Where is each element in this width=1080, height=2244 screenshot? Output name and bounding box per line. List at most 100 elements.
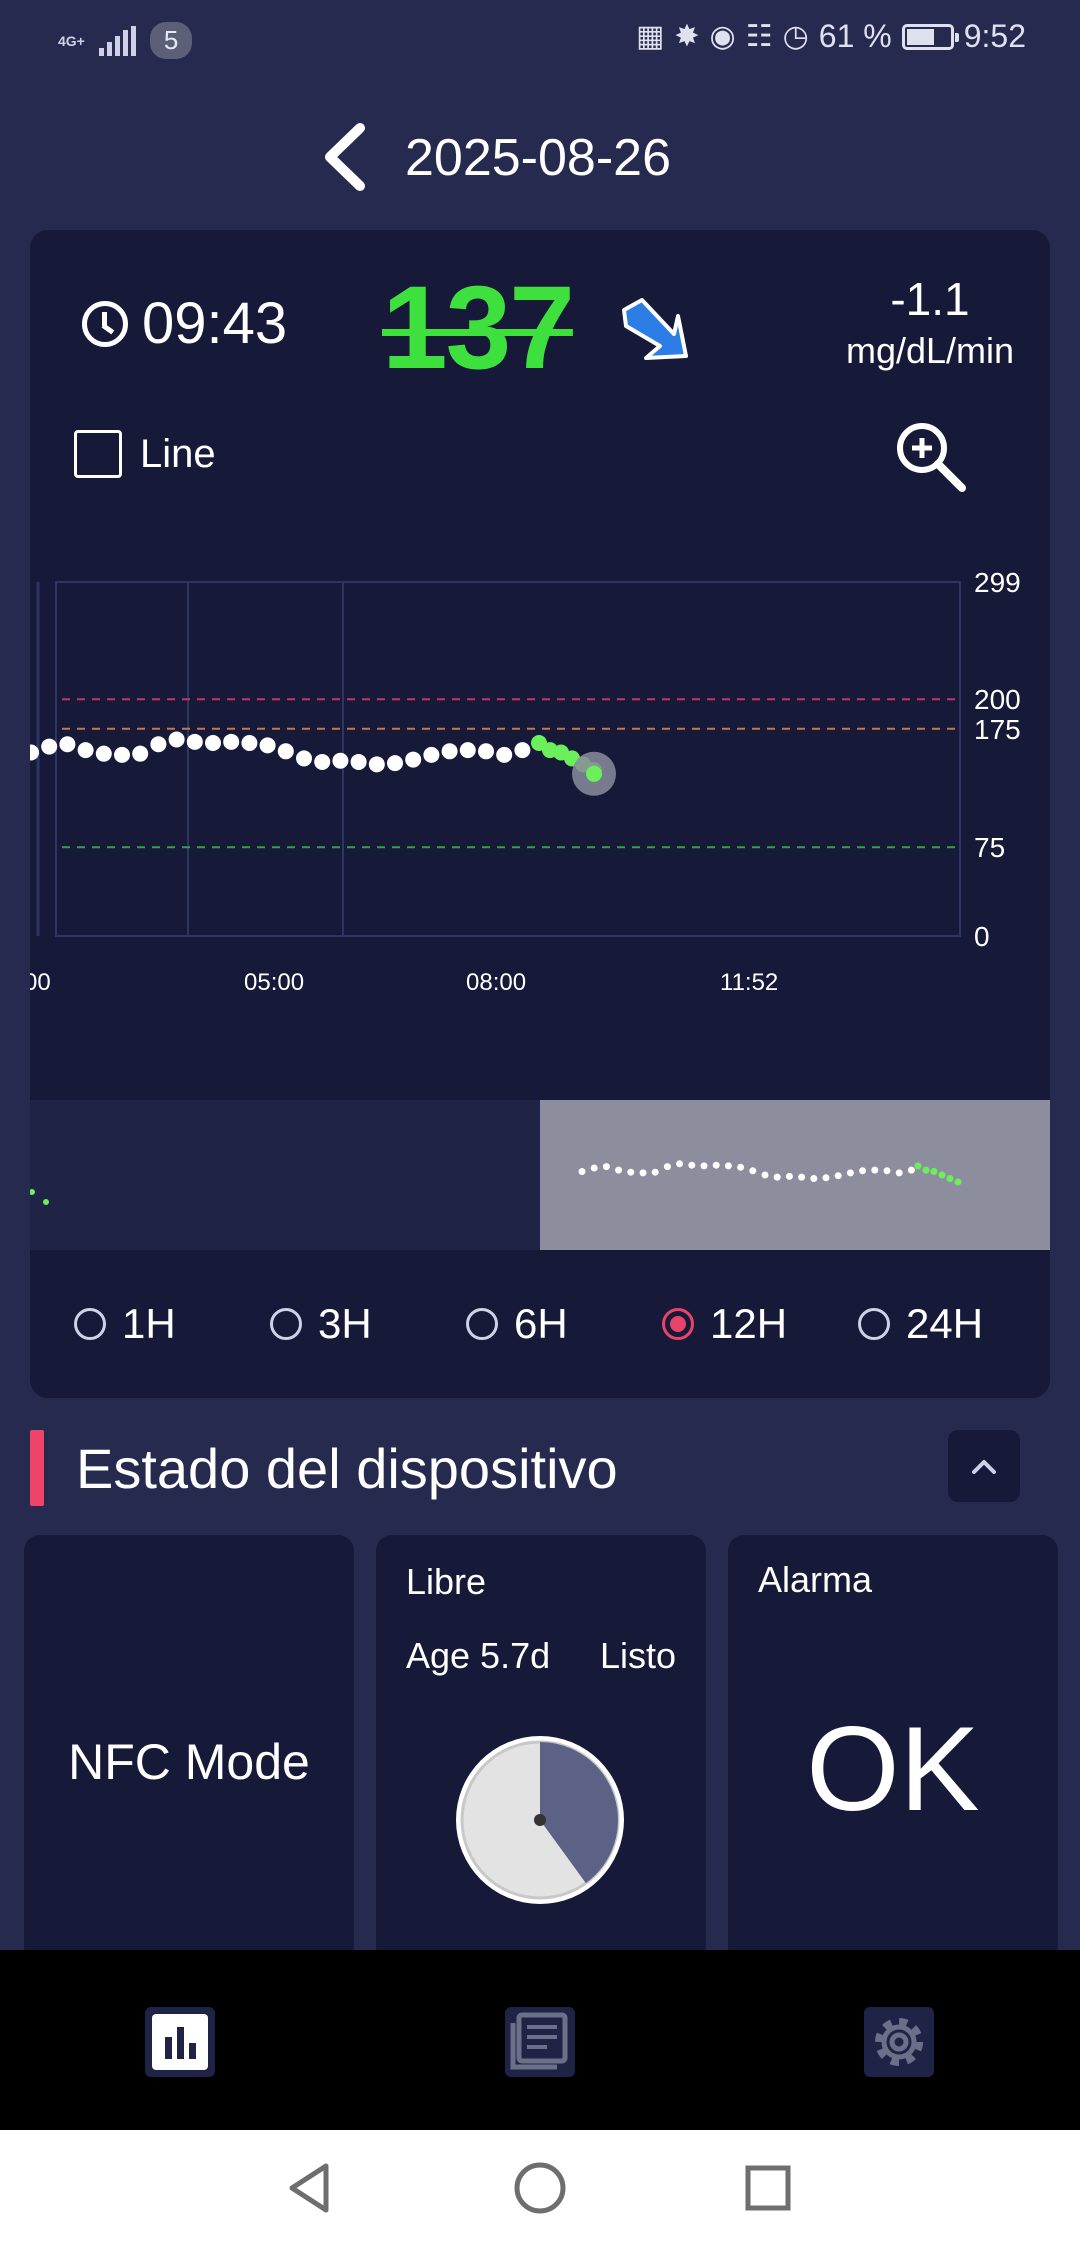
overview-point: [578, 1168, 586, 1175]
overview-point: [846, 1169, 854, 1177]
data-point: [387, 755, 403, 772]
overview-point: [930, 1168, 938, 1175]
range-24h-label: 24H: [906, 1300, 984, 1347]
data-point: [441, 743, 458, 760]
overview-point: [724, 1162, 732, 1170]
range-6h[interactable]: 6H: [466, 1300, 568, 1348]
overview-point: [798, 1173, 806, 1181]
sim-badge: 5: [149, 22, 193, 59]
collapse-button[interactable]: [948, 1430, 1020, 1502]
overview-point: [895, 1169, 903, 1177]
overview-point: [639, 1169, 647, 1177]
data-point: [205, 735, 221, 752]
line-checkbox[interactable]: [74, 430, 122, 478]
rate-unit: mg/dL/min: [845, 330, 1015, 371]
y-tick-label: 0: [974, 921, 990, 952]
system-nav-bar: [0, 2130, 1080, 2244]
range-12h-radio[interactable]: [662, 1308, 694, 1340]
system-home-icon[interactable]: [510, 2158, 570, 2218]
y-tick-label: 75: [974, 832, 1005, 863]
overview-point: [938, 1171, 946, 1179]
status-time: 9:52: [963, 18, 1026, 54]
overview-point: [761, 1171, 769, 1179]
reading-time-value: 09:43: [142, 291, 288, 356]
data-point: [332, 752, 349, 769]
data-point: [405, 751, 422, 768]
data-point: [368, 756, 385, 773]
section-accent: [30, 1430, 44, 1506]
range-1h-radio[interactable]: [74, 1308, 106, 1340]
range-6h-radio[interactable]: [466, 1308, 498, 1340]
data-point: [223, 733, 240, 750]
page-header: 2025-08-26: [0, 110, 1080, 210]
data-point: [77, 742, 94, 759]
data-point: [241, 735, 258, 752]
nfc-mode-label: NFC Mode: [68, 1734, 310, 1790]
rate-value: -1.1: [890, 273, 970, 325]
battery-level: [906, 28, 934, 45]
location-icon: ◉: [709, 20, 736, 53]
glucose-chart[interactable]: 29920017575000 05:00 08:00 11:52: [30, 490, 1050, 1130]
data-point: [314, 753, 331, 770]
range-selector: 1H 3H 6H 12H 24H: [30, 1290, 1050, 1370]
overview-point: [700, 1162, 708, 1170]
bottom-nav: [0, 1950, 1080, 2130]
overview-chart: [30, 1160, 962, 1205]
line-toggle[interactable]: Line: [74, 430, 216, 478]
battery-percent: 61 %: [818, 18, 892, 54]
nfc-icon: ▦: [636, 20, 665, 53]
overview-point: [907, 1166, 915, 1174]
settings-icon[interactable]: [862, 2005, 936, 2079]
system-back-icon[interactable]: [280, 2158, 340, 2218]
overview-point: [914, 1162, 922, 1170]
page-title: 2025-08-26: [405, 129, 671, 187]
overview-point: [749, 1167, 757, 1175]
overview-point: [773, 1173, 781, 1181]
alarm-card[interactable]: Alarma OK: [728, 1535, 1058, 1965]
data-point: [150, 736, 167, 753]
range-3h[interactable]: 3H: [270, 1300, 372, 1348]
overview-point: [946, 1175, 954, 1182]
current-reading-point: [586, 765, 602, 782]
speed-icon: ◷: [782, 20, 809, 53]
trend-arrow-icon: [622, 298, 688, 360]
chart-icon[interactable]: [143, 2005, 217, 2079]
system-recents-icon[interactable]: [738, 2158, 798, 2218]
y-tick-label: 175: [974, 714, 1021, 745]
range-3h-radio[interactable]: [270, 1308, 302, 1340]
overview-point: [871, 1166, 879, 1174]
data-point: [277, 743, 294, 760]
overview-point: [712, 1161, 720, 1169]
vibrate-icon: ☷: [745, 20, 773, 53]
overview-point: [627, 1168, 635, 1176]
range-1h[interactable]: 1H: [74, 1300, 176, 1348]
data-point: [514, 742, 531, 759]
dial-center: [534, 1814, 546, 1826]
data-point: [296, 750, 312, 767]
libre-card[interactable]: Libre Age 5.7d Listo: [376, 1535, 706, 1965]
overview-point: [651, 1168, 659, 1176]
nfc-card[interactable]: NFC Mode: [24, 1535, 354, 1965]
log-icon[interactable]: [503, 2005, 577, 2079]
x-tick-label: 11:52: [720, 969, 778, 996]
libre-age: Age 5.7d: [406, 1635, 551, 1676]
data-point: [168, 731, 185, 748]
alarm-value: OK: [806, 1702, 980, 1836]
range-12h[interactable]: 12H: [662, 1300, 787, 1348]
range-24h-radio[interactable]: [858, 1308, 890, 1340]
zoom-in-icon[interactable]: [892, 418, 968, 494]
overview-point: [663, 1163, 671, 1171]
data-point: [478, 743, 494, 760]
overview-strip[interactable]: [30, 1100, 1050, 1250]
device-status-header: Estado del dispositivo: [0, 1420, 1080, 1520]
glucose-value: 137: [382, 262, 575, 394]
data-point: [114, 746, 130, 763]
x-tick-label: 00: [30, 969, 51, 996]
data-point: [496, 746, 513, 763]
back-button[interactable]: [316, 122, 376, 192]
section-title: Estado del dispositivo: [76, 1437, 618, 1500]
overview-point: [676, 1160, 684, 1168]
overview-point: [822, 1174, 830, 1182]
range-24h[interactable]: 24H: [858, 1300, 983, 1348]
overview-point: [30, 1189, 35, 1195]
